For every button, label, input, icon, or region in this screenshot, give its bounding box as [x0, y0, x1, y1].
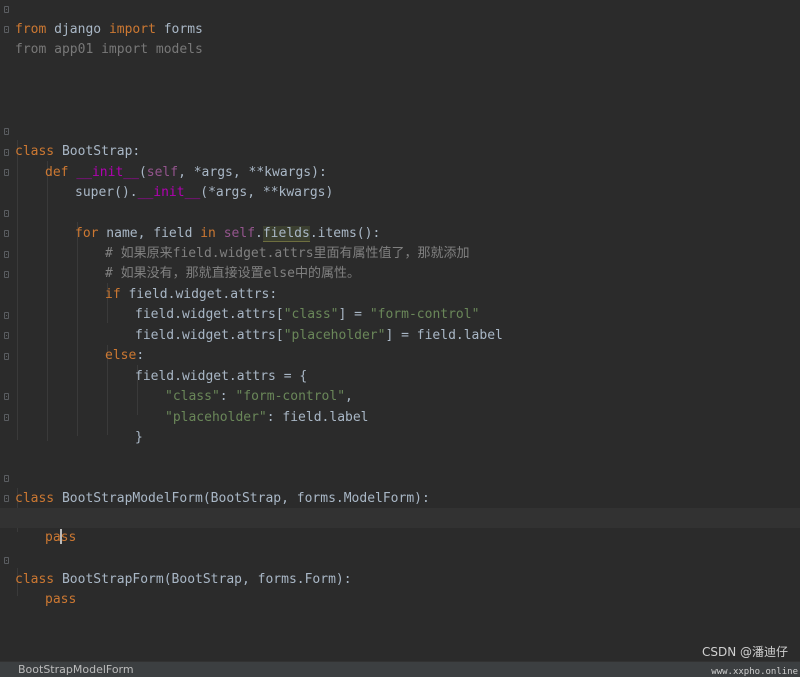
code-line[interactable]: super().__init__(*args, **kwargs)	[0, 163, 800, 200]
code-line[interactable]: # 如果没有，那就直接设置else中的属性。	[0, 244, 800, 281]
code-line[interactable]: def __init__(self, *args, **kwargs):	[0, 143, 800, 180]
code-line[interactable]: class BootStrapModelForm(BootStrap, form…	[0, 469, 800, 506]
code-line[interactable]: from django import forms	[0, 0, 800, 37]
code-text: (*args, **kwargs)	[200, 185, 334, 201]
keyword-part: ss	[60, 530, 77, 546]
current-line[interactable]: pass	[0, 508, 800, 545]
code-line[interactable]: class BootStrapForm(BootStrap, forms.For…	[0, 550, 800, 587]
unused-import-text: from app01 import models	[15, 42, 203, 58]
code-line[interactable]: field.widget.attrs = {	[0, 347, 800, 384]
magic-method: __init__	[137, 185, 201, 201]
code-line[interactable]: class BootStrap:	[0, 122, 800, 159]
code-line[interactable]: else:	[0, 326, 800, 363]
code-editor[interactable]: from django import forms from app01 impo…	[0, 0, 800, 677]
code-line[interactable]: ...	[0, 489, 800, 527]
code-text: super().	[75, 185, 138, 201]
keyword: pass	[45, 592, 77, 608]
keyword-part: pa	[45, 530, 61, 546]
code-line[interactable]: if field.widget.attrs:	[0, 265, 800, 302]
code-line[interactable]: field.widget.attrs["placeholder"] = fiel…	[0, 306, 800, 343]
code-line[interactable]: }	[0, 408, 800, 445]
status-bar: BootStrapModelForm www.xxpho.online	[0, 661, 800, 677]
code-line[interactable]: field.widget.attrs["class"] = "form-cont…	[0, 285, 800, 322]
code-line[interactable]: pass	[0, 570, 800, 607]
code-text: }	[135, 430, 143, 446]
watermark-credit: CSDN @潘迪仔	[701, 645, 788, 659]
breadcrumb[interactable]: BootStrapModelForm	[18, 663, 134, 676]
code-line[interactable]: from app01 import models	[0, 20, 800, 57]
watermark-site: www.xxpho.online	[711, 667, 798, 677]
code-line[interactable]: # 如果原来field.widget.attrs里面有属性值了，那就添加	[0, 224, 800, 261]
code-line[interactable]: "placeholder": field.label	[0, 388, 800, 425]
code-line[interactable]: for name, field in self.fields.items():	[0, 204, 800, 243]
code-line[interactable]: "class": "form-control",	[0, 367, 800, 404]
